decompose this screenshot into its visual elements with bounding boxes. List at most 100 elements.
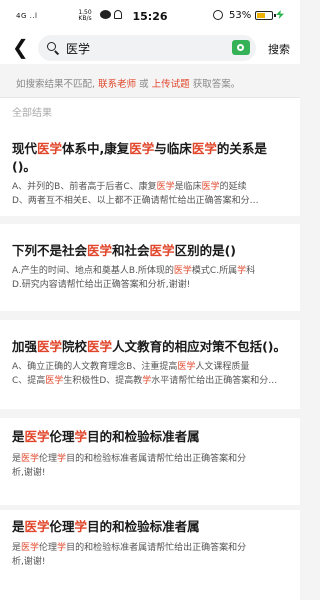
- result-snippet: A、并列的B、前者高于后者C、康复医学是临床医学的延续 D、两者互不相关E、以上…: [12, 180, 290, 208]
- text-segment: A、确立正确的人文教育理念B、注重提高: [12, 362, 178, 372]
- result-title: 下列不是社会医学和社会医学区别的是(): [12, 242, 288, 260]
- text-segment: 是: [12, 429, 25, 444]
- chevron-left-icon[interactable]: ❮: [12, 37, 30, 58]
- keyword-highlight: 医学: [24, 519, 50, 534]
- text-segment: 伦理: [49, 429, 75, 444]
- text-segment: 伦理: [39, 454, 58, 464]
- result-snippet-line: D.研究内容请帮忙给出正确答案和分析,谢谢!: [12, 278, 290, 292]
- text-segment: C、提高: [12, 376, 46, 386]
- text-segment: 人文教育的相应对策不包括()。: [112, 339, 286, 354]
- text-segment: 的关系是: [216, 141, 267, 156]
- keyword-highlight: 学: [57, 543, 67, 553]
- hint-prefix: 如搜索结果不匹配,: [16, 79, 96, 90]
- result-snippet-line: A.产生的时间、地点和奠基人B.所体现的医学模式C.所属学科: [12, 264, 290, 278]
- text-segment: 加强: [12, 339, 38, 354]
- result-snippet-line: D、两者互不相关E、以上都不正确请帮忙给出正确答案和分…: [12, 194, 290, 208]
- contact-teacher-link[interactable]: 联系老师: [98, 79, 136, 90]
- text-segment: 生积极性D、提高教: [63, 376, 143, 386]
- text-segment: 是: [12, 454, 22, 464]
- result-title-line: 现代医学体系中,康复医学与临床医学的关系是: [12, 140, 288, 158]
- text-segment: ()。: [12, 159, 36, 174]
- text-segment: 人文课程质量: [195, 362, 250, 372]
- text-segment: 伦理: [39, 543, 58, 553]
- result-card[interactable]: 加强医学院校医学人文教育的相应对策不包括()。 A、确立正确的人文教育理念B、注…: [0, 320, 300, 409]
- result-title: 是医学伦理学目的和检验标准者属: [12, 518, 288, 536]
- text-segment: 体系中,康复: [62, 141, 130, 156]
- text-segment: 与临床: [154, 141, 192, 156]
- status-bar: 4G ..l 1.50 KB/s 15:26 53%: [0, 0, 300, 32]
- keyword-highlight: 医学: [37, 141, 63, 156]
- battery-icon: [255, 11, 276, 20]
- section-title: 全部结果: [12, 108, 52, 119]
- alarm-icon: [213, 10, 223, 20]
- result-title-line: 是医学伦理学目的和检验标准者属: [12, 518, 288, 536]
- keyword-highlight: 医学: [149, 243, 175, 258]
- keyword-highlight: 医学: [21, 454, 40, 464]
- result-card[interactable]: 下列不是社会医学和社会医学区别的是() A.产生的时间、地点和奠基人B.所体现的…: [0, 224, 300, 311]
- text-segment: 院校: [62, 339, 88, 354]
- text-segment: D、两者互不相关E、以上都不正确请帮忙给出正确答案和分…: [12, 196, 259, 206]
- text-segment: 区别的是(): [174, 243, 236, 258]
- result-snippet-line: 是医学伦理学目的和检验标准者属请帮忙给出正确答案和分: [12, 541, 290, 555]
- result-title: 加强医学院校医学人文教育的相应对策不包括()。: [12, 338, 288, 356]
- keyword-highlight: 医学: [201, 182, 220, 192]
- result-snippet: A.产生的时间、地点和奠基人B.所体现的医学模式C.所属学科 D.研究内容请帮忙…: [12, 264, 290, 292]
- battery-percent: 53%: [229, 10, 252, 21]
- result-snippet-line: A、确立正确的人文教育理念B、注重提高医学人文课程质量: [12, 360, 290, 374]
- result-snippet-line: C、提高医学生积极性D、提高教学水平请帮忙给出正确答案和分…: [12, 374, 290, 388]
- search-icon: [47, 42, 56, 51]
- text-segment: 目的和检验标准者属请帮忙给出正确答案和分: [66, 543, 247, 553]
- keyword-highlight: 学: [57, 454, 67, 464]
- text-segment: A.产生的时间、地点和奠基人B.所体现的: [12, 266, 174, 276]
- keyword-highlight: 医学: [24, 429, 50, 444]
- text-segment: 下列不是社会: [12, 243, 88, 258]
- result-title: 是医学伦理学目的和检验标准者属: [12, 428, 288, 446]
- result-snippet-line: A、并列的B、前者高于后者C、康复医学是临床医学的延续: [12, 180, 290, 194]
- camera-icon[interactable]: [232, 40, 250, 55]
- keyword-highlight: 学: [142, 376, 152, 386]
- search-bar: ❮ 医学 搜索: [0, 32, 300, 64]
- result-snippet-line: 析,谢谢!: [12, 555, 290, 569]
- result-card[interactable]: 是医学伦理学目的和检验标准者属 是医学伦理学目的和检验标准者属请帮忙给出正确答案…: [0, 510, 300, 600]
- search-button[interactable]: 搜索: [268, 41, 290, 57]
- keyword-highlight: 医学: [87, 339, 113, 354]
- text-segment: 目的和检验标准者属请帮忙给出正确答案和分: [66, 454, 247, 464]
- keyword-highlight: 医学: [177, 362, 196, 372]
- text-segment: 科: [246, 266, 256, 276]
- text-segment: 和社会: [112, 243, 150, 258]
- keyword-highlight: 医学: [156, 182, 175, 192]
- text-segment: 的延续: [219, 182, 247, 192]
- result-snippet-line: 析,谢谢!: [12, 466, 290, 480]
- result-snippet: 是医学伦理学目的和检验标准者属请帮忙给出正确答案和分 析,谢谢!: [12, 541, 290, 569]
- text-segment: 目的和检验标准者属: [87, 429, 200, 444]
- text-segment: 析,谢谢!: [12, 468, 46, 478]
- text-segment: 析,谢谢!: [12, 557, 46, 567]
- result-snippet: 是医学伦理学目的和检验标准者属请帮忙给出正确答案和分 析,谢谢!: [12, 452, 290, 480]
- result-title-line: 是医学伦理学目的和检验标准者属: [12, 428, 288, 446]
- result-card[interactable]: 现代医学体系中,康复医学与临床医学的关系是 ()。 A、并列的B、前者高于后者C…: [0, 124, 300, 216]
- keyword-highlight: 学: [237, 266, 247, 276]
- search-query[interactable]: 医学: [66, 40, 90, 57]
- text-segment: D.研究内容请帮忙给出正确答案和分析,谢谢!: [12, 280, 191, 290]
- text-segment: 是临床: [174, 182, 202, 192]
- keyword-highlight: 医学: [37, 339, 63, 354]
- result-title-line: 下列不是社会医学和社会医学区别的是(): [12, 242, 288, 260]
- upload-question-link[interactable]: 上传试题: [152, 79, 190, 90]
- result-title: 现代医学体系中,康复医学与临床医学的关系是 ()。: [12, 140, 288, 176]
- section-header: 全部结果: [0, 98, 300, 124]
- keyword-highlight: 医学: [191, 141, 217, 156]
- text-segment: 水平请帮忙给出正确答案和分…: [151, 376, 278, 386]
- keyword-highlight: 医学: [45, 376, 64, 386]
- search-input[interactable]: 医学: [38, 35, 256, 61]
- result-snippet: A、确立正确的人文教育理念B、注重提高医学人文课程质量 C、提高医学生积极性D、…: [12, 360, 290, 388]
- result-card[interactable]: 是医学伦理学目的和检验标准者属 是医学伦理学目的和检验标准者属请帮忙给出正确答案…: [0, 418, 300, 505]
- keyword-highlight: 学: [74, 429, 88, 444]
- keyword-highlight: 学: [74, 519, 88, 534]
- hint-suffix: 获取答案。: [192, 79, 241, 90]
- keyword-highlight: 医学: [21, 543, 40, 553]
- result-title-line: ()。: [12, 158, 288, 176]
- text-segment: 伦理: [49, 519, 75, 534]
- text-segment: 现代: [12, 141, 38, 156]
- text-segment: 是: [12, 519, 25, 534]
- keyword-highlight: 医学: [87, 243, 113, 258]
